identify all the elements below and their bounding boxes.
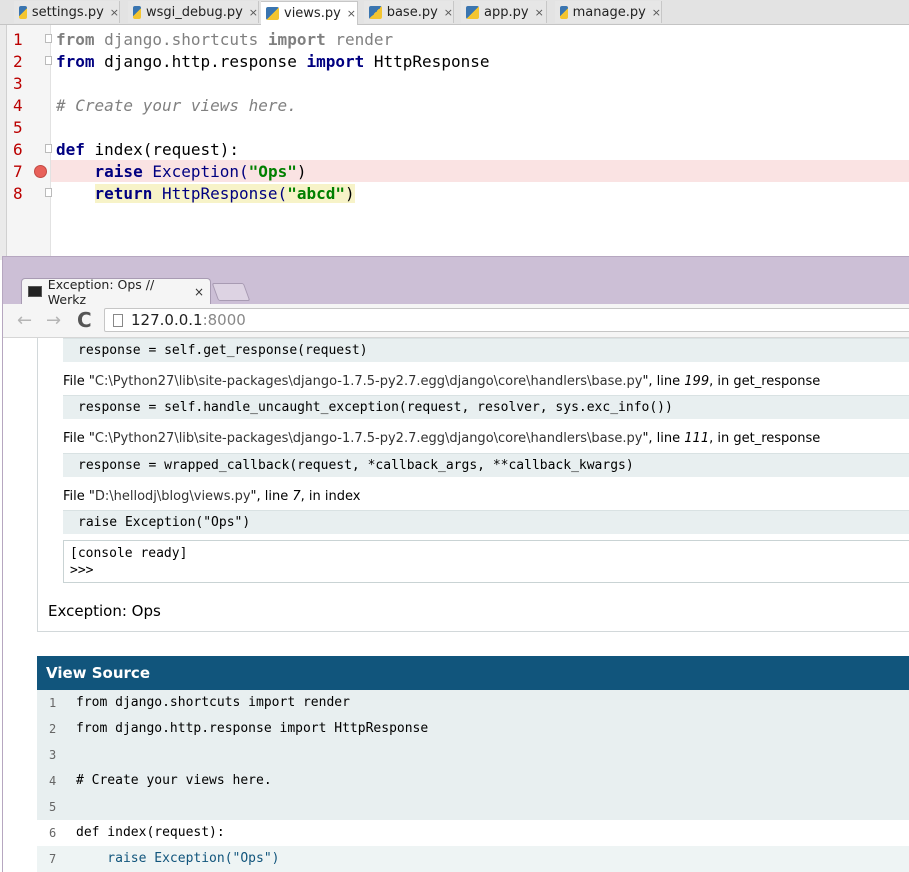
debug-console[interactable]: [console ready] >>> (63, 540, 909, 583)
back-arrow-icon[interactable]: ← (17, 310, 32, 331)
source-row: 1 from django.shortcuts import render (37, 690, 909, 716)
forward-arrow-icon[interactable]: → (46, 310, 61, 331)
browser-window: Exception: Ops // Werkz × ← → C 127.0.0.… (2, 256, 909, 872)
tab-label: wsgi_debug.py (145, 4, 243, 20)
fold-marker-icon[interactable] (45, 144, 52, 153)
page-icon (113, 313, 123, 327)
page-content: response = self.get_response(request) Fi… (3, 338, 909, 872)
line-number: 2 (13, 52, 23, 71)
browser-tab-title: Exception: Ops // Werkz (47, 276, 155, 307)
python-file-icon (19, 5, 27, 19)
address-bar[interactable]: 127.0.0.1 :8000 (104, 308, 909, 332)
python-file-icon (560, 5, 568, 19)
tab-manage-py[interactable]: manage.py × (555, 1, 662, 23)
tab-label: base.py (386, 4, 438, 20)
line-number: 3 (13, 74, 23, 93)
close-icon[interactable]: × (194, 285, 204, 299)
line-number-gutter[interactable]: 1 2 3 4 5 6 7 8 (7, 25, 52, 260)
tab-app-py[interactable]: app.py × (461, 1, 547, 23)
tab-wsgi-debug-py[interactable]: wsgi_debug.py × (128, 1, 259, 23)
line-number: 4 (13, 96, 23, 115)
source-row: 3 (37, 742, 909, 768)
exception-message: Exception: Ops (48, 602, 161, 620)
fold-marker-icon[interactable] (45, 188, 52, 197)
code-line-6[interactable]: def index(request): (56, 139, 239, 161)
fold-marker-icon[interactable] (45, 34, 52, 43)
code-line-7[interactable]: raise Exception("Ops") (56, 161, 307, 183)
python-file-icon (133, 5, 141, 19)
source-row: 5 (37, 794, 909, 820)
url-host: 127.0.0.1 (131, 311, 203, 329)
code-line-2[interactable]: from django.http.response import HttpRes… (56, 51, 489, 73)
ide-editor: settings.py × wsgi_debug.py × views.py ×… (0, 0, 909, 260)
console-status: [console ready] (70, 546, 188, 561)
tab-base-py[interactable]: base.py × (364, 1, 454, 23)
close-icon[interactable]: × (535, 6, 544, 19)
browser-tab[interactable]: Exception: Ops // Werkz × (21, 276, 211, 307)
close-icon[interactable]: × (652, 6, 661, 19)
tab-label: app.py (484, 4, 529, 20)
console-prompt[interactable]: >>> (70, 562, 909, 579)
close-icon[interactable]: × (110, 6, 119, 19)
close-icon[interactable]: × (444, 6, 453, 19)
tab-settings-py[interactable]: settings.py × (14, 1, 120, 23)
traceback-file-line: File "D:\hellodj\blog\views.py", line 7,… (63, 489, 361, 504)
terminal-icon (28, 286, 42, 297)
line-number: 1 (13, 30, 23, 49)
code-line-4[interactable]: # Create your views here. (56, 95, 297, 117)
traceback-code-line[interactable]: response = self.get_response(request) (63, 338, 909, 362)
close-icon[interactable]: × (249, 6, 258, 19)
breakpoint-icon[interactable] (34, 165, 47, 178)
source-row: 4 # Create your views here. (37, 768, 909, 794)
traceback-code-line[interactable]: response = wrapped_callback(request, *ca… (63, 453, 909, 477)
new-tab-button[interactable] (211, 283, 251, 301)
source-row: 6 def index(request): (37, 820, 909, 846)
python-file-icon (266, 7, 279, 20)
code-line-1[interactable]: from django.shortcuts import render (56, 29, 393, 51)
fold-marker-icon[interactable] (45, 56, 52, 65)
python-file-icon (369, 5, 382, 19)
editor-tab-bar: settings.py × wsgi_debug.py × views.py ×… (0, 0, 909, 25)
tab-label: manage.py (572, 4, 646, 20)
source-row: 2 from django.http.response import HttpRe… (37, 716, 909, 742)
close-icon[interactable]: × (347, 7, 356, 20)
url-port: :8000 (202, 311, 246, 329)
tab-label: views.py (284, 6, 341, 21)
python-file-icon (466, 5, 479, 19)
reload-icon[interactable]: C (77, 308, 92, 332)
line-number: 5 (13, 118, 23, 137)
traceback-code-line[interactable]: response = self.handle_uncaught_exceptio… (63, 395, 909, 419)
browser-toolbar: ← → C 127.0.0.1 :8000 (3, 304, 909, 338)
tab-views-py[interactable]: views.py × (261, 1, 358, 25)
line-number: 8 (13, 184, 23, 203)
line-number: 6 (13, 140, 23, 159)
code-line-8[interactable]: return HttpResponse("abcd") (56, 183, 355, 205)
view-source-header: View Source (37, 656, 909, 690)
traceback-file-line: File "C:\Python27\lib\site-packages\djan… (63, 374, 821, 389)
traceback-file-line: File "C:\Python27\lib\site-packages\djan… (63, 431, 821, 446)
source-row-current: 7 raise Exception("Ops") (37, 846, 909, 872)
traceback-code-line[interactable]: raise Exception("Ops") (63, 510, 909, 534)
tab-label: settings.py (31, 4, 104, 20)
tool-window-strip (0, 25, 7, 260)
line-number: 7 (13, 162, 23, 181)
